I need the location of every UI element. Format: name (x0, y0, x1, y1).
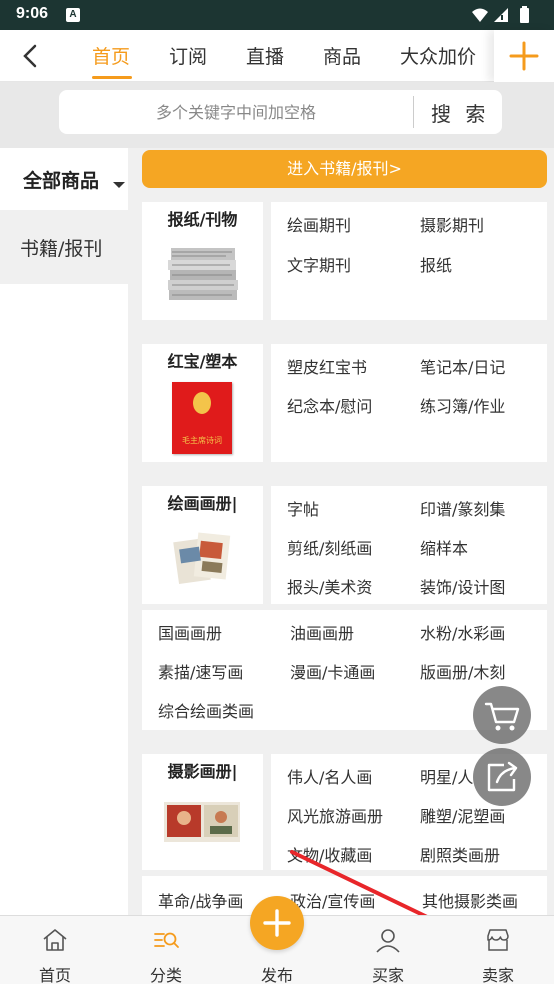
category-search-icon (154, 932, 179, 948)
shop-icon (487, 929, 509, 951)
annotation-arrow (290, 850, 510, 957)
bottom-nav-category[interactable]: 分类 (126, 916, 206, 984)
person-icon (376, 929, 400, 953)
home-icon (43, 929, 67, 951)
bottom-nav-seller[interactable]: 卖家 (458, 916, 538, 984)
bottom-nav-label: 首页 (38, 966, 71, 984)
bottom-nav-label: 分类 (149, 966, 182, 984)
app-screen: 9:06 A 首页 订阅 直播 商品 大众加价 搜 索 (0, 0, 554, 984)
bottom-nav-home[interactable]: 首页 (15, 916, 95, 984)
bottom-nav-buyer[interactable]: 买家 (348, 916, 428, 984)
bottom-nav: 首页 分类 发布 买家 卖家 (0, 896, 554, 984)
bottom-nav-publish[interactable]: 发布 (237, 916, 317, 984)
bottom-nav-label: 卖家 (481, 966, 514, 984)
bottom-nav-label: 发布 (260, 966, 293, 984)
bottom-nav-label: 买家 (371, 966, 404, 984)
